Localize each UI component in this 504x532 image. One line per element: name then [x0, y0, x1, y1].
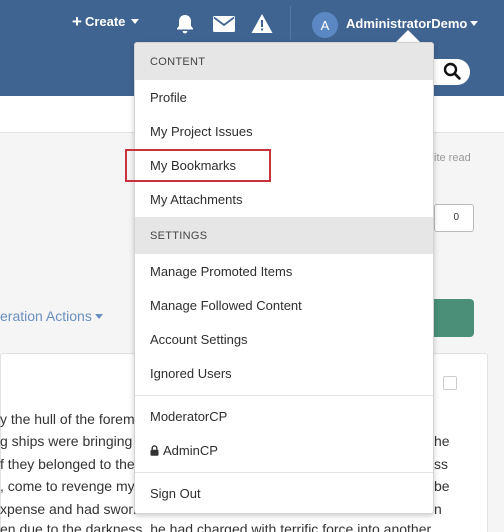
- post-text-line: g ships were bringing h: [0, 433, 144, 449]
- primary-action-button[interactable]: [434, 299, 474, 337]
- post-text-line-end: he: [434, 433, 450, 449]
- count-input[interactable]: 0: [434, 204, 474, 232]
- menu-item-ignored-users[interactable]: Ignored Users: [150, 366, 232, 381]
- chevron-down-icon: [94, 313, 103, 319]
- post-text-line-end: be: [434, 478, 450, 494]
- moderation-actions-label: eration Actions: [0, 308, 92, 324]
- chevron-down-icon: [131, 19, 140, 24]
- mail-icon[interactable]: [212, 15, 236, 38]
- user-menu-toggle[interactable]: AdministratorDemo: [346, 16, 479, 31]
- menu-item-admincp[interactable]: AdminCP: [150, 443, 218, 459]
- menu-item-moderatorcp[interactable]: ModeratorCP: [150, 409, 227, 424]
- post-text-line: y the hull of the foremo: [0, 411, 143, 427]
- post-text-line: xpense and had sworn: [0, 501, 141, 517]
- post-select-checkbox[interactable]: [443, 376, 457, 390]
- settings-section-header: SETTINGS: [135, 217, 433, 254]
- menu-item-sign-out[interactable]: Sign Out: [150, 486, 201, 501]
- chevron-down-icon: [470, 21, 479, 26]
- alert-icon[interactable]: [251, 13, 273, 39]
- menu-item-profile[interactable]: Profile: [150, 90, 187, 105]
- menu-item-manage-promoted-items[interactable]: Manage Promoted Items: [150, 264, 292, 279]
- admincp-label: AdminCP: [163, 443, 218, 458]
- content-section-header: CONTENT: [135, 43, 433, 80]
- search-icon[interactable]: [443, 62, 461, 85]
- dropdown-pointer: [396, 30, 420, 42]
- create-button[interactable]: + Create: [72, 11, 140, 31]
- menu-item-manage-followed-content[interactable]: Manage Followed Content: [150, 298, 302, 313]
- menu-divider: [135, 395, 433, 396]
- menu-item-my-attachments[interactable]: My Attachments: [150, 192, 242, 207]
- post-text-line: f they belonged to the: [0, 456, 135, 472]
- post-text-line-end: ss: [434, 456, 448, 472]
- menu-item-account-settings[interactable]: Account Settings: [150, 332, 248, 347]
- plus-icon: +: [72, 11, 82, 31]
- username-label: AdministratorDemo: [346, 16, 468, 31]
- moderation-actions-menu[interactable]: eration Actions: [0, 308, 103, 324]
- bell-icon[interactable]: [174, 13, 196, 40]
- menu-divider: [135, 472, 433, 473]
- menu-item-my-project-issues[interactable]: My Project Issues: [150, 124, 253, 139]
- create-label: Create: [84, 14, 126, 29]
- post-text-line: , come to revenge my: [0, 478, 135, 494]
- mark-site-read-link[interactable]: ite read: [434, 152, 471, 164]
- user-dropdown-menu: CONTENT Profile My Project Issues My Boo…: [134, 42, 434, 514]
- post-text-line-end: n: [434, 501, 442, 517]
- post-text-line: en due to the darkness, he had charged w…: [0, 521, 432, 532]
- lock-icon: [150, 444, 159, 459]
- avatar[interactable]: A: [312, 12, 338, 38]
- header-divider: [290, 6, 291, 40]
- bookmarks-highlight-box: [125, 149, 271, 182]
